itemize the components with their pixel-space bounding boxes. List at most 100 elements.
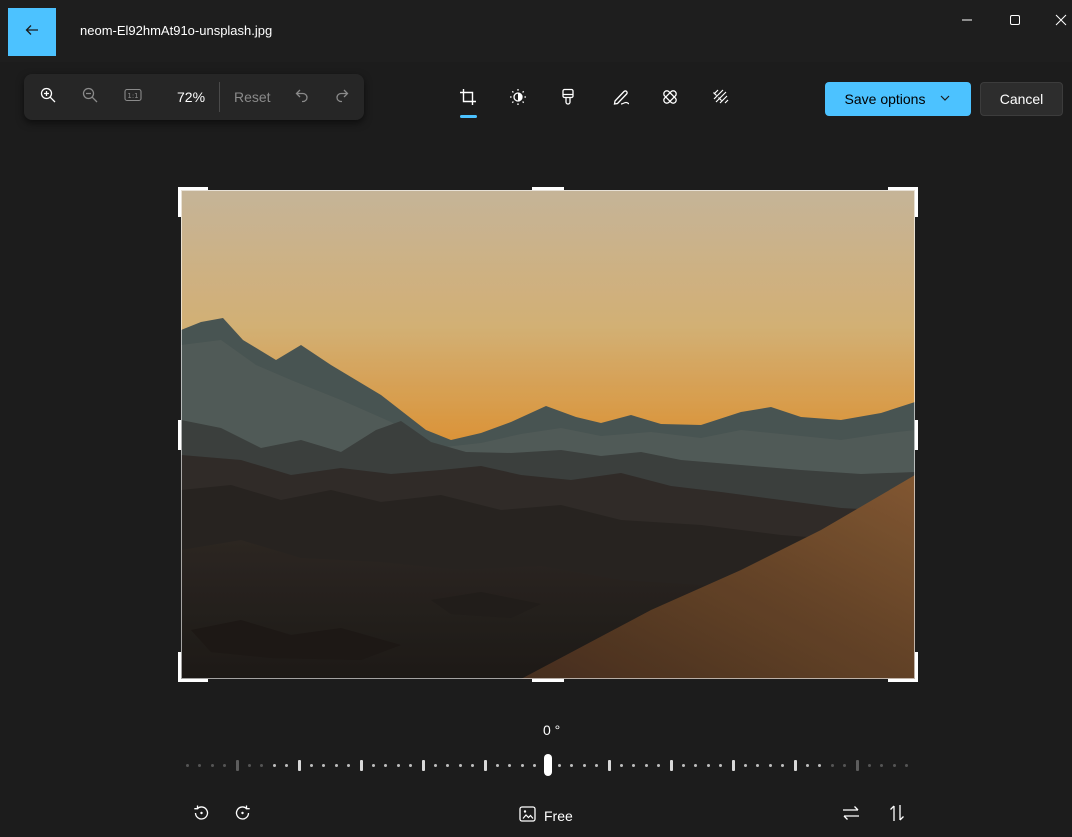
redo-button[interactable]	[330, 86, 354, 108]
undo-icon	[294, 87, 310, 108]
dial-dot	[396, 764, 400, 767]
crop-handle-top[interactable]	[532, 187, 564, 190]
dial-tick	[483, 760, 487, 771]
dial-tick	[235, 760, 239, 771]
aspect-ratio-button[interactable]: Free	[518, 804, 573, 827]
dial-dot	[508, 764, 512, 767]
maximize-icon	[1009, 13, 1021, 31]
rotate-left-button[interactable]	[188, 801, 214, 829]
background-blur-icon	[712, 88, 730, 111]
dial-dot	[818, 764, 822, 767]
minimize-button[interactable]	[952, 10, 982, 34]
save-options-button[interactable]: Save options	[825, 82, 971, 116]
dial-dot	[210, 764, 214, 767]
flip-vertical-icon	[887, 803, 907, 828]
dial-tick	[793, 760, 797, 771]
dial-tick	[607, 760, 611, 771]
dial-dot	[198, 764, 202, 767]
dial-dot	[247, 764, 251, 767]
dial-dot	[260, 764, 264, 767]
crop-handle-top-right[interactable]	[888, 187, 918, 190]
zoom-level[interactable]: 72%	[177, 89, 205, 105]
maximize-button[interactable]	[1000, 10, 1030, 34]
toolbar-divider	[219, 82, 220, 112]
filter-tool-button[interactable]	[553, 84, 583, 114]
dial-dot	[743, 764, 747, 767]
cancel-button[interactable]: Cancel	[980, 82, 1063, 116]
background-tool-button[interactable]	[706, 84, 736, 114]
zoom-in-button[interactable]	[36, 86, 60, 108]
markup-icon	[612, 88, 630, 111]
dial-dot	[446, 764, 450, 767]
title-bar: neom-El92hmAt91o-unsplash.jpg	[0, 0, 1072, 62]
dial-dot	[595, 764, 599, 767]
dial-dot	[409, 764, 413, 767]
dial-dot	[471, 764, 475, 767]
dial-dot	[384, 764, 388, 767]
dial-tick	[421, 760, 425, 771]
close-icon	[1055, 13, 1067, 31]
zoom-toolbar: 1:1 72% Reset	[24, 74, 364, 120]
aspect-ratio-icon	[518, 804, 538, 827]
undo-button[interactable]	[290, 86, 314, 108]
crop-tool-button[interactable]	[453, 84, 483, 114]
dial-dot	[495, 764, 499, 767]
zoom-out-button[interactable]	[78, 86, 102, 108]
redo-icon	[334, 87, 350, 108]
crop-handle-top-left-vertical[interactable]	[178, 187, 181, 217]
dial-dot	[768, 764, 772, 767]
dial-dot	[285, 764, 289, 767]
dial-dot	[830, 764, 834, 767]
crop-handle-bottom-left-vertical[interactable]	[178, 652, 181, 682]
flip-horizontal-button[interactable]	[838, 801, 864, 829]
actual-size-button[interactable]: 1:1	[120, 86, 146, 108]
crop-handle-left[interactable]	[178, 420, 181, 450]
dial-dot	[309, 764, 313, 767]
crop-handle-top-right-vertical[interactable]	[915, 187, 918, 217]
dial-dot	[880, 764, 884, 767]
crop-handle-bottom-left[interactable]	[178, 679, 208, 682]
crop-handle-bottom-right-vertical[interactable]	[915, 652, 918, 682]
dial-dot	[805, 764, 809, 767]
dial-dot	[570, 764, 574, 767]
dial-dot	[657, 764, 661, 767]
photo-canvas[interactable]	[181, 190, 915, 679]
dial-dot	[322, 764, 326, 767]
dial-dot	[681, 764, 685, 767]
actual-size-icon: 1:1	[124, 88, 142, 107]
rotation-angle: 0 °	[543, 722, 561, 738]
flip-vertical-button[interactable]	[884, 801, 910, 829]
dial-dot	[458, 764, 462, 767]
reset-button[interactable]: Reset	[234, 89, 271, 105]
crop-handle-bottom-right[interactable]	[888, 679, 918, 682]
retouch-tool-button[interactable]	[655, 84, 685, 114]
markup-tool-button[interactable]	[606, 84, 636, 114]
close-button[interactable]	[1046, 10, 1072, 34]
dial-dot	[520, 764, 524, 767]
dial-dot	[694, 764, 698, 767]
crop-handle-bottom[interactable]	[532, 679, 564, 682]
dial-tick	[731, 760, 735, 771]
crop-handle-top-left[interactable]	[178, 187, 208, 190]
dial-tick	[669, 760, 673, 771]
dial-dot	[582, 764, 586, 767]
crop-handle-right[interactable]	[915, 420, 918, 450]
adjustment-tool-button[interactable]	[503, 84, 533, 114]
rotate-right-button[interactable]	[230, 801, 256, 829]
zoom-in-icon	[40, 87, 56, 108]
dial-dot	[843, 764, 847, 767]
rotation-dial[interactable]	[185, 752, 910, 780]
crop-icon	[459, 88, 477, 111]
dial-dot	[781, 764, 785, 767]
dial-dot	[272, 764, 276, 767]
zoom-out-icon	[82, 87, 98, 108]
svg-text:1:1: 1:1	[127, 92, 138, 100]
dial-dot	[371, 764, 375, 767]
file-title: neom-El92hmAt91o-unsplash.jpg	[80, 23, 273, 38]
back-button[interactable]	[8, 8, 56, 56]
rotate-right-icon	[233, 803, 253, 828]
rotate-left-icon	[191, 803, 211, 828]
filter-icon	[559, 88, 577, 111]
active-tool-indicator	[460, 115, 477, 118]
rotation-dial-thumb[interactable]	[544, 754, 552, 776]
